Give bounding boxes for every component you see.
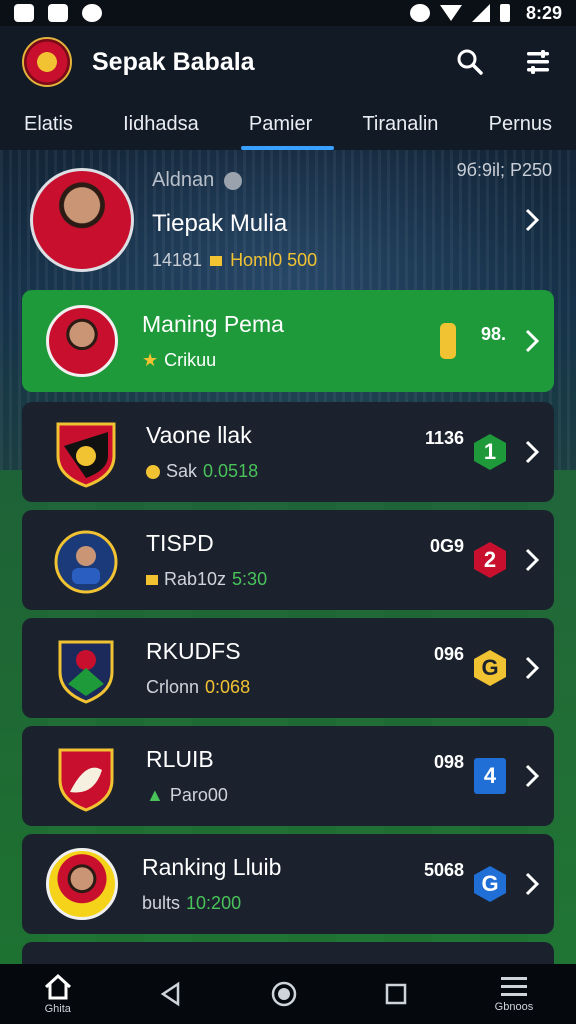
back-button[interactable] [158, 981, 184, 1007]
item-sub: Crikuu [164, 350, 217, 370]
status-time: 8:29 [525, 2, 562, 23]
player-photo [30, 168, 134, 272]
recents-icon [385, 983, 407, 1005]
rank-badge: 2 [474, 542, 506, 578]
status-bar: 8:29 [0, 0, 576, 26]
item-name: Maning Pema [142, 311, 284, 337]
list-item[interactable]: Maning Pema ★ Crikuu 98. [22, 290, 554, 392]
item-name: RKUDFS [146, 638, 241, 664]
item-sub-label: Sak [166, 461, 198, 481]
item-score: 98. [480, 324, 506, 344]
tab-iidhadsa[interactable]: Iidhadsa [123, 101, 199, 148]
item-score: 5068 [423, 860, 464, 880]
app-logo [22, 37, 72, 87]
home-circle-button[interactable] [270, 980, 298, 1008]
chevron-right-icon [525, 440, 540, 464]
item-score: 098 [433, 752, 464, 772]
featured-player[interactable]: Aldnan Tiepak Mulia 14181 Homl0 500 9б:9… [22, 150, 554, 290]
coin-icon [146, 464, 160, 479]
sync-notification-icon [82, 4, 102, 22]
tab-tiranalin[interactable]: Tiranalin [362, 101, 438, 148]
app-title: Sepak Babala [92, 47, 255, 76]
chevron-right-icon [525, 656, 540, 680]
item-sub-label: Paro00 [169, 785, 228, 805]
item-score: 1136 [424, 428, 464, 448]
signal-icon [471, 4, 490, 22]
rank-badge: G [474, 866, 506, 902]
chevron-right-icon [525, 329, 540, 353]
tab-pamier[interactable]: Pamier [240, 101, 335, 150]
chevron-right-icon [525, 872, 540, 896]
chevron-right-icon [525, 548, 540, 572]
club-crest-icon [58, 640, 114, 704]
featured-tag: Homl0 500 [230, 250, 318, 270]
item-sub-value: 5:30 [232, 569, 268, 589]
item-sub-value: 0.0518 [203, 461, 259, 481]
item-score: 0G9 [429, 536, 464, 556]
app-header: Sepak Babala [0, 26, 576, 98]
filter-icon [527, 50, 549, 74]
item-sub-value: 0:068 [205, 677, 251, 697]
search-button[interactable] [454, 46, 486, 78]
star-icon: ★ [142, 350, 159, 370]
menu-button[interactable]: Gbnoos [494, 975, 534, 1013]
item-name: Ranking Lluib [142, 854, 282, 880]
image-notification-icon [48, 4, 68, 22]
list-item[interactable]: Ranking Lluib bults 10:200 5068 G [22, 834, 554, 934]
item-name: Vaone llak [146, 422, 252, 448]
item-sub-value: 10:200 [186, 893, 242, 913]
chevron-right-icon [525, 208, 540, 232]
home-icon [44, 973, 71, 1000]
coin-icon [210, 255, 223, 266]
thumb-icon: ▲ [146, 785, 164, 805]
player-avatar [46, 305, 118, 377]
item-score: 096 [433, 644, 464, 664]
menu-icon [500, 977, 527, 996]
item-sub-label: Crlonn [146, 677, 200, 697]
home-label: Ghita [44, 1003, 71, 1015]
battery-icon [499, 4, 510, 22]
rank-badge: G [474, 650, 506, 686]
club-crest-icon [54, 530, 118, 594]
list-item[interactable]: TISPD Rab10z 5:30 0G9 2 [22, 510, 554, 610]
item-name: RLUIB [146, 746, 214, 772]
featured-label: Aldnan [152, 169, 215, 191]
tab-bar: Elatis Iidhadsa Pamier Tiranalin Pernus [0, 98, 576, 150]
item-name: TISPD [146, 530, 214, 556]
system-nav-bar: Ghita Gbnoos [0, 964, 576, 1024]
alarm-icon [409, 4, 430, 22]
ranking-list: Aldnan Tiepak Mulia 14181 Homl0 500 9б:9… [0, 150, 576, 982]
club-crest-icon [56, 422, 116, 488]
home-circle-icon [271, 981, 296, 1007]
menu-label: Gbnoos [494, 1001, 534, 1013]
search-icon [457, 49, 483, 75]
home-button[interactable]: Ghita [43, 973, 73, 1015]
app-notification-icon [14, 4, 34, 22]
wifi-icon [439, 5, 462, 21]
filter-button[interactable] [522, 46, 554, 78]
list-item[interactable]: RKUDFS Crlonn 0:068 096 G [22, 618, 554, 718]
featured-name: Tiepak Mulia [152, 210, 288, 237]
rank-badge: 1 [474, 434, 506, 470]
chevron-right-icon [525, 764, 540, 788]
back-icon [160, 981, 180, 1007]
recents-button[interactable] [383, 981, 409, 1007]
badge-icon [224, 171, 243, 190]
list-item[interactable]: Vaone llak Sak 0.0518 1136 1 [22, 402, 554, 502]
rank-badge: 4 [474, 758, 506, 794]
item-sub-label: bults [142, 893, 181, 913]
ticket-icon [146, 574, 158, 585]
rank-bar-icon [440, 323, 456, 359]
tab-elatis[interactable]: Elatis [24, 101, 73, 148]
item-sub-label: Rab10z [164, 569, 227, 589]
player-avatar [46, 848, 118, 920]
featured-stat: 14181 [152, 250, 203, 270]
featured-value: 9б:9il; P250 [456, 160, 552, 180]
club-crest-icon [58, 748, 114, 812]
tab-pernus[interactable]: Pernus [489, 101, 552, 148]
list-item[interactable]: RLUIB ▲ Paro00 098 4 [22, 726, 554, 826]
